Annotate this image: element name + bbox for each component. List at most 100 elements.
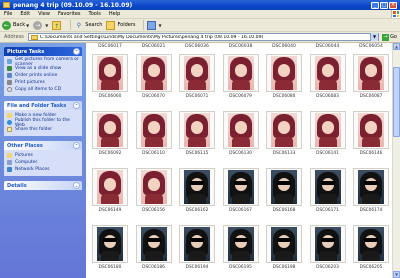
folders-button[interactable]: Folders (106, 20, 136, 30)
task-label: Get pictures from camera or scanner (15, 56, 79, 67)
collapse-chevron-icon[interactable]: ⌃ (73, 48, 80, 55)
task-get-pictures[interactable]: Get pictures from camera or scanner (7, 56, 79, 67)
file-caption[interactable]: DSC06054 (351, 44, 391, 51)
details-header[interactable]: Details ⌄ (4, 181, 82, 190)
file-caption: DSC06205 (359, 265, 383, 270)
address-field[interactable]: C:\Documents and Settings\Linds\My Docum… (27, 33, 380, 41)
photo-body (188, 80, 206, 90)
menu-edit[interactable]: Edit (20, 11, 30, 17)
close-button[interactable]: × (389, 1, 397, 9)
picture-tasks-header[interactable]: Picture Tasks ⌃ (4, 47, 82, 56)
file-caption[interactable]: DSC06021 (134, 44, 174, 51)
task-publish-web[interactable]: Publish this folder to the Web (7, 117, 79, 128)
back-button[interactable]: ← Back ▼ (2, 20, 29, 30)
file-thumbnail[interactable]: DSC06180 (90, 225, 130, 271)
file-thumbnail[interactable]: DSC06083 (308, 54, 348, 100)
thumbnail-frame (92, 168, 128, 206)
chevron-down-icon[interactable]: ▼ (370, 33, 379, 41)
file-thumbnail[interactable]: DSC06110 (134, 111, 174, 157)
minimize-button[interactable]: _ (371, 1, 379, 9)
scroll-up-arrow-icon[interactable]: ▲ (393, 43, 400, 50)
file-caption[interactable]: DSC06036 (177, 44, 217, 51)
file-thumbnail[interactable]: DSC06141 (308, 111, 348, 157)
photo-shades (277, 238, 291, 242)
place-network[interactable]: Network Places (7, 166, 79, 173)
file-thumbnail[interactable]: DSC06079 (221, 54, 261, 100)
task-print-pictures[interactable]: Print pictures (7, 79, 79, 86)
expand-chevron-icon[interactable]: ⌄ (73, 182, 80, 189)
file-thumbnail[interactable]: DSC06092 (90, 111, 130, 157)
place-computer[interactable]: Computer (7, 159, 79, 166)
scroll-down-arrow-icon[interactable]: ▼ (393, 271, 400, 278)
photo-image (314, 56, 341, 90)
file-thumbnail[interactable]: DSC06060 (90, 54, 130, 100)
collapse-chevron-icon[interactable]: ⌃ (73, 102, 80, 109)
file-folder-tasks-header[interactable]: File and Folder Tasks ⌃ (4, 101, 82, 110)
file-thumbnail[interactable]: DSC06149 (90, 168, 130, 214)
menu-file[interactable]: File (4, 11, 12, 17)
file-thumbnail[interactable]: DSC06205 (351, 225, 391, 271)
file-caption[interactable]: DSC06038 (221, 44, 261, 51)
details-title: Details (7, 182, 27, 189)
thumbnail-frame (92, 54, 128, 92)
photo-image (271, 170, 297, 204)
file-thumbnail[interactable]: DSC06168 (264, 168, 304, 214)
file-thumbnail[interactable]: DSC06080 (264, 54, 304, 100)
photo-face (321, 121, 334, 134)
vertical-scrollbar[interactable]: ▲ ▼ (392, 43, 400, 278)
file-thumbnail[interactable]: DSC06156 (134, 168, 174, 214)
photo-shades (364, 181, 378, 185)
menu-view[interactable]: View (38, 11, 50, 17)
file-thumbnail[interactable]: DSC06174 (351, 168, 391, 214)
other-places-panel: Other Places ⌃ Pictures Computer Network… (4, 141, 82, 176)
up-folder-button[interactable]: ↑ (52, 20, 63, 30)
task-order-prints[interactable]: Order prints online (7, 72, 79, 79)
thumbnail-frame (135, 168, 172, 206)
file-thumbnail[interactable]: DSC06194 (177, 225, 217, 271)
file-thumbnail[interactable]: DSC06070 (134, 54, 174, 100)
task-label: Publish this folder to the Web (15, 117, 70, 128)
file-caption[interactable]: DSC06017 (90, 44, 130, 51)
menu-help[interactable]: Help (109, 11, 120, 17)
file-caption[interactable]: DSC06040 (264, 44, 304, 51)
file-thumbnail[interactable]: DSC06167 (221, 168, 261, 214)
file-thumbnail[interactable]: DSC06146 (351, 111, 391, 157)
file-thumbnail[interactable]: DSC06203 (308, 225, 348, 271)
file-thumbnail[interactable]: DSC06162 (177, 168, 217, 214)
scrollbar-thumb[interactable] (393, 67, 400, 137)
menu-favorites[interactable]: Favorites (58, 11, 81, 17)
forward-button[interactable]: → ▼ (33, 20, 48, 30)
file-thumbnail[interactable]: DSC06198 (264, 225, 304, 271)
file-thumbnail[interactable]: DSC06071 (177, 54, 217, 100)
photo-shades (233, 181, 248, 185)
menu-tools[interactable]: Tools (89, 11, 101, 17)
search-button[interactable]: ⚲ Search (74, 21, 103, 30)
collapse-chevron-icon[interactable]: ⌃ (73, 142, 80, 149)
forward-arrow-icon: → (33, 20, 43, 30)
file-caption: DSC06146 (359, 151, 383, 156)
folder-icon (30, 34, 38, 40)
file-caption[interactable]: DSC06044 (308, 44, 348, 51)
task-copy-to-cd[interactable]: Copy all items to CD (7, 86, 79, 93)
photo-face (147, 121, 160, 134)
views-button[interactable]: ▼ (146, 20, 162, 30)
file-thumbnail[interactable]: DSC06195 (221, 225, 261, 271)
thumbnail-frame (266, 225, 302, 263)
photo-body (101, 80, 119, 90)
other-places-header[interactable]: Other Places ⌃ (4, 141, 82, 150)
slideshow-icon (7, 66, 12, 71)
file-thumbnail[interactable]: DSC06133 (264, 111, 304, 157)
maximize-button[interactable]: □ (380, 1, 388, 9)
folders-icon (106, 20, 116, 30)
photo-body (362, 251, 380, 261)
file-thumbnail[interactable]: DSC06087 (351, 54, 391, 100)
file-caption: DSC06203 (316, 265, 339, 270)
go-button[interactable]: → Go (382, 33, 397, 41)
photo-face (234, 121, 247, 134)
file-thumbnail[interactable]: DSC06186 (134, 225, 174, 271)
place-pictures[interactable]: Pictures (7, 152, 79, 159)
photo-body (275, 137, 293, 147)
file-thumbnail[interactable]: DSC06115 (177, 111, 217, 157)
file-thumbnail[interactable]: DSC06171 (308, 168, 348, 214)
file-thumbnail[interactable]: DSC06130 (221, 111, 261, 157)
